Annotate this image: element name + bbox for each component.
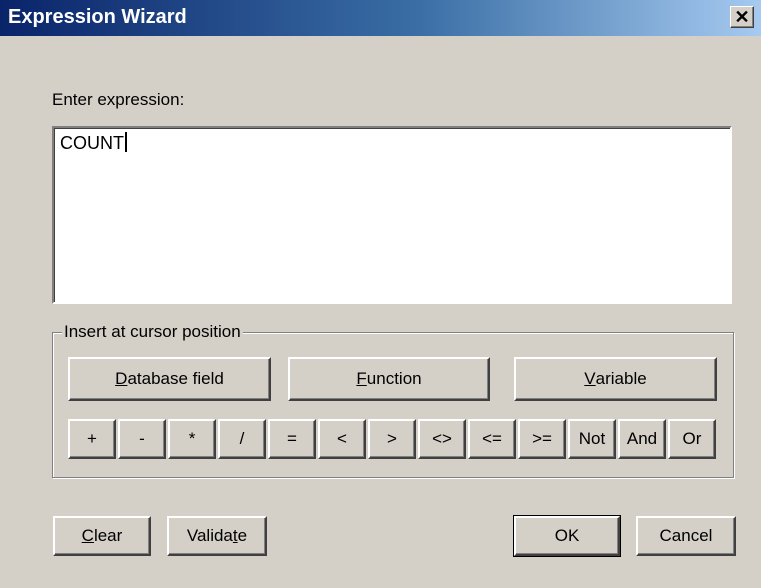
cancel-button[interactable]: Cancel bbox=[636, 516, 736, 556]
text-caret bbox=[125, 132, 127, 152]
ok-label: OK bbox=[554, 526, 580, 545]
operator-and-button[interactable]: And bbox=[618, 419, 666, 459]
database-field-mnemonic: D bbox=[115, 369, 128, 388]
operator-multiply-button[interactable]: * bbox=[168, 419, 216, 459]
validate-label-post: e bbox=[237, 526, 248, 545]
database-field-button[interactable]: Database field bbox=[68, 357, 271, 401]
window-title: Expression Wizard bbox=[8, 6, 187, 28]
operator-less-than-button[interactable]: < bbox=[318, 419, 366, 459]
operator-less-equal-button[interactable]: <= bbox=[468, 419, 516, 459]
title-bar: Expression Wizard ✕ bbox=[0, 0, 761, 36]
operator-not-button[interactable]: Not bbox=[568, 419, 616, 459]
expression-label: Enter expression: bbox=[52, 90, 185, 109]
operator-minus-button[interactable]: - bbox=[118, 419, 166, 459]
clear-label: lear bbox=[93, 526, 123, 545]
clear-button[interactable]: Clear bbox=[53, 516, 151, 556]
function-button[interactable]: Function bbox=[288, 357, 490, 401]
validate-label-pre: Valida bbox=[186, 526, 233, 545]
function-label: unction bbox=[366, 369, 422, 388]
operator-divide-button[interactable]: / bbox=[218, 419, 266, 459]
close-button[interactable]: ✕ bbox=[730, 6, 754, 28]
function-mnemonic: F bbox=[356, 369, 367, 388]
operator-greater-equal-button[interactable]: >= bbox=[518, 419, 566, 459]
database-field-label: atabase field bbox=[127, 369, 224, 388]
variable-button[interactable]: Variable bbox=[514, 357, 717, 401]
operator-greater-than-button[interactable]: > bbox=[368, 419, 416, 459]
cancel-label: Cancel bbox=[659, 526, 713, 545]
expression-text: COUNT bbox=[60, 132, 127, 154]
clear-mnemonic: C bbox=[81, 526, 94, 545]
operator-plus-button[interactable]: + bbox=[68, 419, 116, 459]
variable-mnemonic: V bbox=[584, 369, 596, 388]
ok-button[interactable]: OK bbox=[513, 515, 621, 557]
close-icon: ✕ bbox=[734, 7, 750, 27]
validate-button[interactable]: Valida t e bbox=[167, 516, 267, 556]
operator-or-button[interactable]: Or bbox=[668, 419, 716, 459]
insert-group-legend: Insert at cursor position bbox=[62, 322, 243, 342]
operator-not-equal-button[interactable]: <> bbox=[418, 419, 466, 459]
operator-equals-button[interactable]: = bbox=[268, 419, 316, 459]
variable-label: ariable bbox=[595, 369, 647, 388]
expression-input[interactable]: COUNT bbox=[52, 126, 732, 304]
